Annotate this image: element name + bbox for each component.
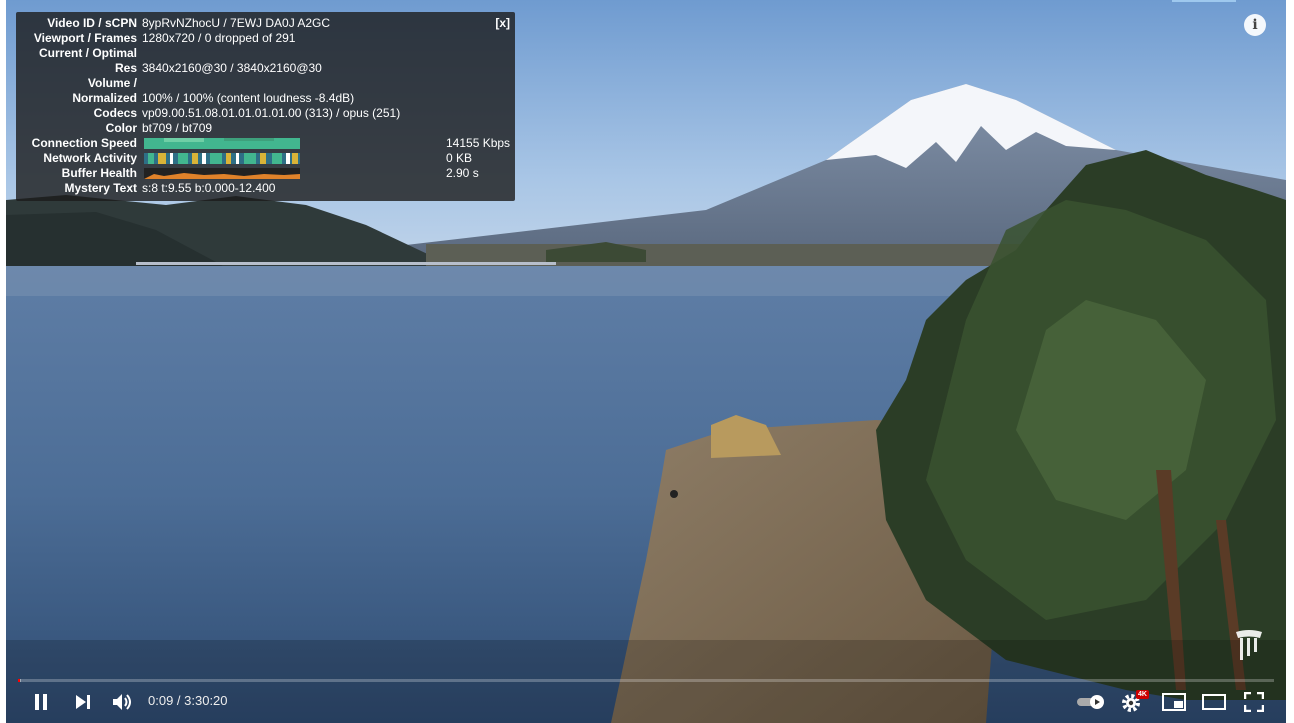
theater-icon xyxy=(1202,694,1226,710)
player-controls: 0:09 / 3:30:20 4K xyxy=(6,684,1286,720)
theater-mode-button[interactable] xyxy=(1199,684,1229,720)
fullscreen-button[interactable] xyxy=(1239,684,1269,720)
quality-badge: 4K xyxy=(1136,690,1149,699)
next-button[interactable] xyxy=(68,684,98,720)
stats-row-video-id: Video ID / sCPN 8ypRvNZhocU / 7EWJ DA0J … xyxy=(16,16,515,31)
stats-key: Network Activity xyxy=(43,151,137,165)
miniplayer-button[interactable] xyxy=(1159,684,1189,720)
stats-right-value: 2.90 s xyxy=(446,166,479,180)
stats-value: vp09.00.51.08.01.01.01.01.00 (313) / opu… xyxy=(142,106,401,120)
stats-right-value: 14155 Kbps xyxy=(446,136,511,150)
stats-key: Mystery Text xyxy=(64,181,137,195)
stats-row-viewport: Viewport / Frames 1280x720 / 0 dropped o… xyxy=(16,31,515,46)
stats-value: s:8 t:9.55 b:0.000-12.400 xyxy=(142,181,276,195)
autoplay-toggle[interactable] xyxy=(1074,684,1108,720)
network-activity-graph xyxy=(144,153,300,164)
stats-key: Viewport / Frames xyxy=(33,31,137,45)
time-display: 0:09 / 3:30:20 xyxy=(148,693,228,708)
stats-key: Connection Speed xyxy=(31,136,137,150)
volume-icon xyxy=(113,694,131,710)
stats-row-connection-speed: Connection Speed 14155 Kbps xyxy=(16,136,515,151)
video-player[interactable]: i [x] Video ID / sCPN 8ypRvNZhocU / 7EWJ… xyxy=(6,0,1286,723)
next-icon xyxy=(76,695,90,709)
stats-row-buffer-health: Buffer Health 2.90 s xyxy=(16,166,515,181)
stats-right-value: 0 KB xyxy=(446,151,473,165)
top-accent-line xyxy=(1172,0,1236,2)
connection-speed-graph xyxy=(144,138,300,149)
stats-key: Video ID / sCPN xyxy=(47,16,137,30)
stats-value: bt709 / bt709 xyxy=(142,121,213,135)
stats-value: 100% / 100% (content loudness -8.4dB) xyxy=(142,91,355,105)
stats-key: Color xyxy=(105,121,137,135)
stats-value: 3840x2160@30 / 3840x2160@30 xyxy=(142,61,322,75)
volume-button[interactable] xyxy=(108,684,138,720)
settings-button[interactable]: 4K xyxy=(1118,684,1149,720)
stats-key: Res xyxy=(114,61,137,75)
progress-bar[interactable] xyxy=(18,679,1274,682)
stats-value: 1280x720 / 0 dropped of 291 xyxy=(142,31,296,45)
pause-icon xyxy=(35,694,47,710)
stats-row-current-optimal: Current / Optimal xyxy=(16,46,515,61)
progress-played xyxy=(18,679,20,682)
info-icon[interactable]: i xyxy=(1244,14,1266,36)
stats-key: Current / Optimal xyxy=(38,46,137,60)
fullscreen-icon xyxy=(1244,692,1264,712)
stats-key: Normalized xyxy=(72,91,137,105)
stats-row-mystery-text: Mystery Text s:8 t:9.55 b:0.000-12.400 xyxy=(16,181,515,196)
stats-row-codecs: Codecs vp09.00.51.08.01.01.01.01.00 (313… xyxy=(16,106,515,121)
stats-key: Codecs xyxy=(93,106,137,120)
stats-row-color: Color bt709 / bt709 xyxy=(16,121,515,136)
stats-row-volume: Volume / xyxy=(16,76,515,91)
stats-row-res: Res 3840x2160@30 / 3840x2160@30 xyxy=(16,61,515,76)
stats-key: Buffer Health xyxy=(61,166,137,180)
stats-value: 8ypRvNZhocU / 7EWJ DA0J A2GC xyxy=(142,16,331,30)
stats-row-network-activity: Network Activity 0 KB xyxy=(16,151,515,166)
buffer-health-graph xyxy=(144,168,300,179)
channel-watermark[interactable] xyxy=(1234,628,1264,662)
miniplayer-icon xyxy=(1162,693,1186,711)
stats-row-normalized: Normalized 100% / 100% (content loudness… xyxy=(16,91,515,106)
pause-button[interactable] xyxy=(26,684,56,720)
stats-for-nerds-panel: [x] Video ID / sCPN 8ypRvNZhocU / 7EWJ D… xyxy=(16,12,515,201)
stats-key: Volume / xyxy=(87,76,137,90)
autoplay-toggle-icon xyxy=(1077,695,1104,709)
